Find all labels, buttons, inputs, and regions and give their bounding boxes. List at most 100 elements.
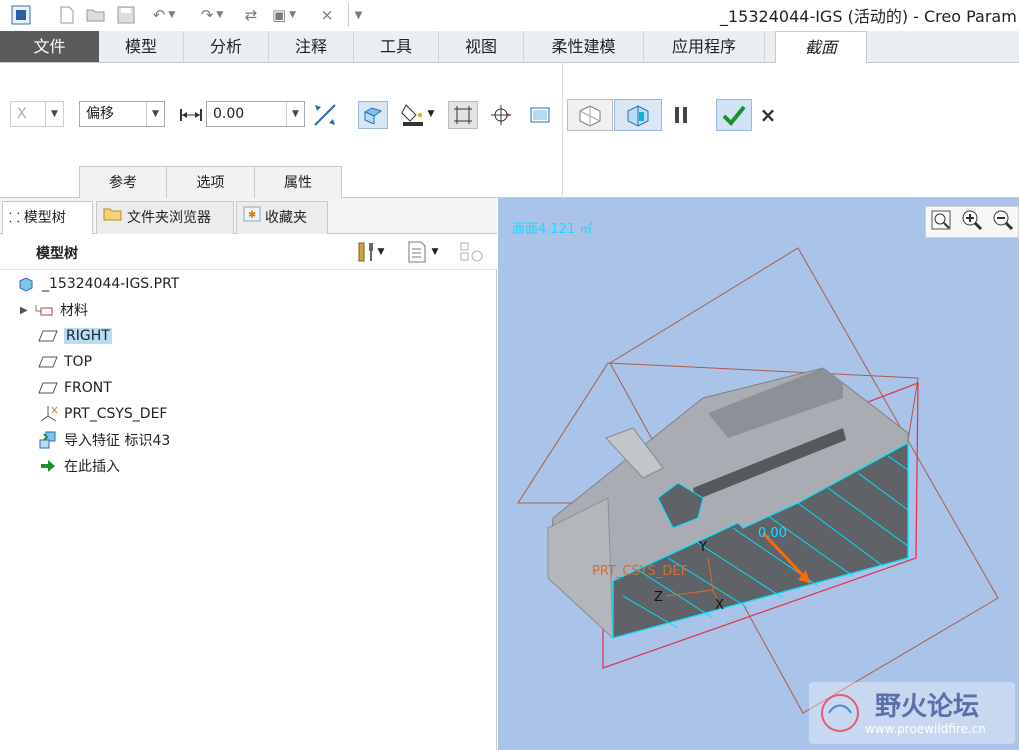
part-icon [16,274,36,294]
axis-dropdown[interactable]: X ▼ [10,101,64,127]
watermark: 野火论坛 www.proewildfire.cn [809,682,1015,744]
regenerate-icon[interactable]: ⇄ [240,3,262,27]
open-icon[interactable] [84,3,108,27]
tree-item-insert-here[interactable]: 在此插入 [38,454,120,478]
ribbon-panel: X ▼ 偏移 ▼ 0.00 ▼ ▼ × 参考 选项 属性 [0,63,1019,198]
svg-text:✱: ✱ [248,210,256,221]
tree-item-label: 导入特征 标识43 [64,433,171,449]
tree-item-label: 在此插入 [64,459,120,475]
datum-plane-icon [38,378,58,398]
watermark-logo-icon [815,690,865,736]
import-feature-icon [38,430,58,450]
tab-flexible-modeling[interactable]: 柔性建模 [524,31,644,62]
redo-icon[interactable]: ↷ ▼ [192,3,232,27]
customize-icon[interactable]: ▼ [348,3,368,27]
offset-value-field[interactable]: 0.00 ▼ [206,101,305,127]
folder-icon [103,203,123,234]
tree-item-label: TOP [64,354,93,370]
chevron-down-icon: ▼ [45,102,63,126]
flip-direction-icon[interactable] [311,101,339,129]
tree-item-label: _15324044-IGS.PRT [42,276,180,292]
watermark-url: www.proewildfire.cn [865,722,986,736]
model-tree-header: 模型树 ▼ ▼ [0,234,497,270]
model-tree-title: 模型树 [36,246,78,262]
tree-icon: ⸬ [9,211,20,226]
tab-model[interactable]: 模型 [99,31,184,62]
subtab-properties[interactable]: 属性 [254,166,342,198]
undo-icon[interactable]: ↶ ▼ [144,3,184,27]
show-list-icon[interactable]: ▼ [400,240,446,264]
section-type-dropdown[interactable]: 偏移 ▼ [79,101,165,127]
pause-icon[interactable] [668,101,694,129]
expand-arrow-icon[interactable]: ▶ [20,305,34,316]
tab-tools[interactable]: 工具 [354,31,439,62]
insert-here-icon [38,456,58,476]
navigator-pane: ⸬ 模型树 文件夹浏览器 ✱ 收藏夹 模型树 ▼ ▼ _15324044-IGS… [0,198,497,750]
tree-item-top[interactable]: TOP [38,350,92,374]
model-tree: _15324044-IGS.PRT ▶ 材料 RIGHT TOP FRONT P… [10,270,490,750]
tab-model-tree[interactable]: ⸬ 模型树 [2,201,93,235]
datum-plane-icon [38,352,58,372]
tree-item-part[interactable]: _15324044-IGS.PRT [16,272,179,296]
tab-file[interactable]: 文件 [0,31,99,62]
axis-value: X [17,106,27,122]
chevron-down-icon: ▼ [286,102,304,126]
subtab-options[interactable]: 选项 [166,166,255,198]
tree-item-front[interactable]: FRONT [38,376,112,400]
tab-view[interactable]: 视图 [439,31,524,62]
tab-section[interactable]: 截面 [775,31,867,63]
tree-item-csys[interactable]: PRT_CSYS_DEF [38,402,167,426]
watermark-title: 野火论坛 [875,692,980,722]
cancel-close-icon[interactable]: × [756,103,780,127]
axis-z-label: Z [654,590,663,605]
ribbon-tabs: 文件 模型 分析 注释 工具 视图 柔性建模 应用程序 截面 [0,31,1019,63]
graphics-viewport[interactable]: 面面4.121 ㎡ 0.00 PRT_CSYS_DEF Y Z X 野火论坛 w… [498,198,1019,750]
ribbon-separator [562,63,563,198]
datum-plane-icon [38,326,58,346]
csys-label: PRT_CSYS_DEF [592,564,689,579]
preview-window-icon[interactable] [526,103,554,127]
chevron-down-icon: ▼ [146,102,164,126]
app-icon[interactable] [8,3,34,27]
tab-annotate[interactable]: 注释 [269,31,354,62]
preview-with-geometry-icon[interactable] [614,99,662,131]
axis-x-label: X [715,598,724,613]
tree-item-label: 材料 [60,303,88,319]
confirm-check-icon[interactable] [716,99,752,131]
preview-no-geometry-icon[interactable] [567,99,613,131]
axis-y-label: Y [699,540,707,555]
tab-analysis[interactable]: 分析 [184,31,269,62]
navigator-tabs: ⸬ 模型树 文件夹浏览器 ✱ 收藏夹 [0,198,497,235]
offset-distance-icon [178,105,204,125]
tab-favorites[interactable]: ✱ 收藏夹 [236,201,328,234]
tab-folder-browser[interactable]: 文件夹浏览器 [96,201,234,234]
window-title: _15324044-IGS (活动的) - Creo Param [720,7,1017,26]
material-icon [34,300,54,320]
windows-icon[interactable]: ▣ ▼ [266,3,302,27]
close-window-icon[interactable]: ⨯ [316,3,338,27]
offset-value: 0.00 [213,106,245,122]
subtab-references[interactable]: 参考 [79,166,167,198]
tree-filter-icon[interactable] [458,240,486,264]
section-type-value: 偏移 [86,106,114,122]
dragger-icon[interactable] [486,101,516,129]
save-icon[interactable] [114,3,138,27]
tab-model-tree-label: 模型树 [23,210,66,226]
tree-item-label: RIGHT [64,328,112,344]
tree-settings-icon[interactable]: ▼ [348,240,392,264]
csys-icon [38,404,58,424]
dimension-label[interactable]: 0.00 [758,526,787,541]
clip-view-icon[interactable] [448,101,478,129]
tab-folder-browser-label: 文件夹浏览器 [127,209,211,226]
fill-color-icon[interactable]: ▼ [394,99,440,129]
model-graphics [517,247,999,714]
tab-applications[interactable]: 应用程序 [644,31,765,62]
tree-item-import-feature[interactable]: 导入特征 标识43 [38,428,170,452]
tree-item-label: FRONT [64,380,112,396]
cap-surface-icon[interactable] [358,101,388,129]
tree-item-material[interactable]: ▶ 材料 [20,298,88,322]
tree-item-right[interactable]: RIGHT [38,324,112,348]
new-icon[interactable] [56,3,78,27]
title-bar: ↶ ▼ ↷ ▼ ⇄ ▣ ▼ ⨯ ▼ _15324044-IGS (活动的) - C… [0,0,1019,31]
tree-item-label: PRT_CSYS_DEF [64,406,168,422]
